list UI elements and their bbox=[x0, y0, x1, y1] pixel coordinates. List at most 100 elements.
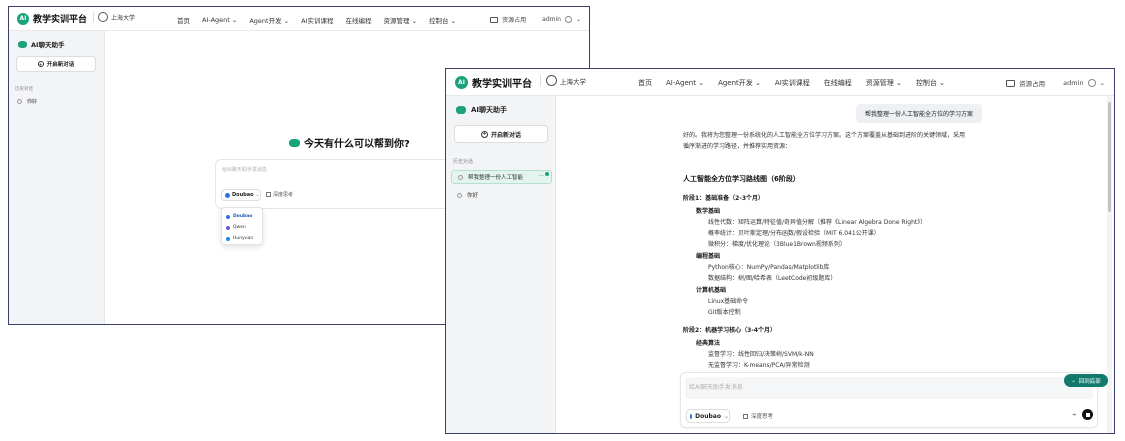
resource-usage-link[interactable]: 资源占用 bbox=[1019, 78, 1045, 88]
nav-agent-dev[interactable]: Agent开发 ⌄ bbox=[718, 78, 761, 88]
username[interactable]: admin bbox=[1063, 79, 1083, 87]
brand-name: 教学实训平台 bbox=[33, 15, 88, 25]
model-option-doubao[interactable]: Doubao bbox=[226, 211, 258, 222]
window-chat: AI 教学实训平台 上海大学 首页 AI-Agent ⌄ Agent开发 ⌄ A… bbox=[445, 68, 1115, 434]
brand[interactable]: AI 教学实训平台 bbox=[17, 12, 87, 25]
chevron-down-icon: ⌄ bbox=[939, 79, 945, 87]
nav-console[interactable]: 控制台 ⌄ bbox=[429, 15, 456, 25]
deep-think-button[interactable]: 深度思考 bbox=[266, 191, 293, 198]
top-right-area: 资源占用 admin ⌄ bbox=[1006, 78, 1105, 88]
chat-input-placeholder[interactable]: 给AI聊天助手发消息 bbox=[689, 382, 743, 391]
chevron-down-icon: ⌄ bbox=[698, 79, 705, 87]
model-option-qwen[interactable]: Qwen bbox=[226, 222, 258, 233]
chat-input-box[interactable]: 给AI聊天助手发消息 Doubao ⌄ 深度思考 ⌁ bbox=[680, 372, 1098, 428]
nav-home[interactable]: 首页 bbox=[638, 78, 652, 88]
main-nav: 首页 AI-Agent ⌄ Agent开发 ⌄ AI实训课程 在线编程 资源管理… bbox=[638, 78, 945, 88]
nav-resources[interactable]: 资源管理 ⌄ bbox=[384, 15, 418, 25]
brand-name: 教学实训平台 bbox=[472, 79, 532, 90]
history-item-active[interactable]: 帮我整理一份人工智能 … bbox=[451, 170, 552, 184]
nav-resources[interactable]: 资源管理 ⌄ bbox=[866, 78, 902, 88]
nav-console-label: 控制台 bbox=[915, 79, 937, 87]
university-logo: 上海大学 bbox=[93, 12, 135, 22]
chat-input-field[interactable]: 给AI聊天助手发消息 bbox=[685, 377, 1093, 399]
doubao-icon bbox=[225, 192, 230, 198]
doubao-icon bbox=[226, 214, 230, 219]
resource-usage-link[interactable]: 资源占用 bbox=[502, 15, 526, 24]
nav-ai-agent[interactable]: AI-Agent ⌄ bbox=[666, 79, 704, 87]
history-label: 历史对话 bbox=[15, 87, 33, 92]
stop-icon bbox=[1085, 412, 1090, 417]
deep-think-icon bbox=[266, 192, 271, 197]
answer-item: 线性代数：矩阵运算/特征值/奇异值分解（推荐《Linear Algebra Do… bbox=[708, 219, 927, 226]
chat-input-placeholder[interactable]: 给AI聊天助手发消息 bbox=[222, 166, 267, 173]
history-item[interactable]: 你好 bbox=[17, 98, 37, 105]
scrollbar-thumb[interactable] bbox=[1108, 102, 1111, 212]
avatar-icon[interactable] bbox=[1087, 79, 1096, 87]
sidebar-title: AI聊天助手 bbox=[456, 105, 507, 115]
answer-section-heading: 编程基础 bbox=[696, 253, 721, 260]
nav-ai-agent-label: AI-Agent bbox=[202, 16, 230, 24]
model-dropdown: Doubao Qwen Hunyuan bbox=[221, 207, 263, 245]
ai-logo-icon: AI bbox=[455, 76, 468, 89]
answer-section-heading: 经典算法 bbox=[696, 340, 721, 347]
answer-roadmap-title: 人工智能全方位学习路线图（6阶段） bbox=[683, 175, 800, 183]
model-select[interactable]: Doubao ⌄ bbox=[686, 409, 730, 423]
new-chat-button[interactable]: + 开启新对话 bbox=[454, 125, 548, 143]
history-item-label: 你好 bbox=[27, 99, 38, 105]
answer-item: 微积分：梯度/优化理论（3Blue1Brown视频系列） bbox=[708, 241, 846, 248]
answer-section-heading: 计算机基础 bbox=[696, 287, 727, 294]
nav-coding[interactable]: 在线编程 bbox=[824, 78, 852, 88]
history-item[interactable]: 你好 bbox=[457, 191, 478, 199]
answer-section-heading: 数学基础 bbox=[696, 208, 721, 215]
answer-stage-heading: 阶段2：机器学习核心（3-4个月） bbox=[683, 327, 777, 334]
nav-ai-course[interactable]: AI实训课程 bbox=[301, 15, 333, 25]
nav-ai-agent[interactable]: AI-Agent ⌄ bbox=[202, 16, 237, 24]
chevron-down-icon[interactable]: ⌄ bbox=[1100, 79, 1105, 87]
answer-item: 监督学习：线性回归/决策树/SVM/k-NN bbox=[708, 351, 814, 358]
chat-bubble-icon bbox=[289, 138, 300, 147]
nav-agent-dev-label: Agent开发 bbox=[249, 17, 282, 25]
nav-ai-course[interactable]: AI实训课程 bbox=[775, 78, 810, 88]
user-message: 帮我整理一份人工智能全方位的学习方案 bbox=[856, 104, 983, 123]
chevron-down-icon: ⌄ bbox=[1071, 377, 1076, 384]
university-seal-icon bbox=[546, 75, 557, 86]
history-label: 历史对话 bbox=[453, 159, 474, 165]
sidebar-title-text: AI聊天助手 bbox=[31, 41, 65, 49]
deep-think-button[interactable]: 深度思考 bbox=[743, 412, 773, 420]
more-options-icon[interactable]: … bbox=[539, 172, 545, 178]
chat-dot-icon bbox=[457, 192, 462, 198]
stop-generating-button[interactable] bbox=[1082, 409, 1093, 420]
nav-console[interactable]: 控制台 ⌄ bbox=[916, 78, 945, 88]
nav-home[interactable]: 首页 bbox=[177, 15, 190, 25]
brand[interactable]: AI 教学实训平台 bbox=[455, 75, 532, 90]
back-to-bottom-button[interactable]: ⌄ 回到底部 bbox=[1064, 374, 1108, 387]
chevron-down-icon[interactable]: ⌄ bbox=[576, 16, 581, 23]
nav-resources-label: 资源管理 bbox=[865, 79, 894, 87]
answer-intro-line: 好的。我将为您整理一份系统化的人工智能全方位学习方案。这个方案覆盖从基础到进阶的… bbox=[683, 132, 966, 139]
nav-agent-dev[interactable]: Agent开发 ⌄ bbox=[249, 15, 289, 25]
avatar-icon[interactable] bbox=[564, 16, 572, 23]
main-panel: 帮我整理一份人工智能全方位的学习方案 好的。我将为您整理一份系统化的人工智能全方… bbox=[556, 96, 1114, 433]
deep-think-icon bbox=[743, 413, 748, 419]
model-select[interactable]: Doubao ⌄ bbox=[221, 189, 261, 201]
chevron-down-icon: ⌄ bbox=[283, 17, 290, 25]
nav-resources-label: 资源管理 bbox=[383, 17, 410, 25]
university-name: 上海大学 bbox=[111, 14, 136, 22]
monitor-icon bbox=[1006, 79, 1016, 87]
username[interactable]: admin bbox=[542, 16, 561, 23]
nav-console-label: 控制台 bbox=[429, 17, 449, 25]
paperclip-icon[interactable]: ⌁ bbox=[1072, 410, 1077, 419]
new-chat-label: 开启新对话 bbox=[46, 62, 75, 68]
chevron-down-icon: ⌄ bbox=[231, 16, 238, 24]
new-chat-button[interactable]: + 开启新对话 bbox=[16, 56, 96, 72]
model-option-hunyuan[interactable]: Hunyuan bbox=[226, 233, 258, 244]
scrollbar-track[interactable] bbox=[1107, 96, 1112, 433]
top-navbar: AI 教学实训平台 上海大学 首页 AI-Agent ⌄ Agent开发 ⌄ A… bbox=[446, 69, 1114, 96]
answer-item: 数据结构：树/图/哈希表（LeetCode初级题库） bbox=[708, 275, 837, 282]
main-nav: 首页 AI-Agent ⌄ Agent开发 ⌄ AI实训课程 在线编程 资源管理… bbox=[177, 15, 456, 25]
history-item-label: 你好 bbox=[467, 193, 479, 199]
sidebar-title: AI聊天助手 bbox=[18, 39, 64, 49]
doubao-icon bbox=[690, 413, 693, 419]
nav-coding[interactable]: 在线编程 bbox=[346, 15, 372, 25]
chevron-down-icon: ⌄ bbox=[450, 17, 457, 25]
